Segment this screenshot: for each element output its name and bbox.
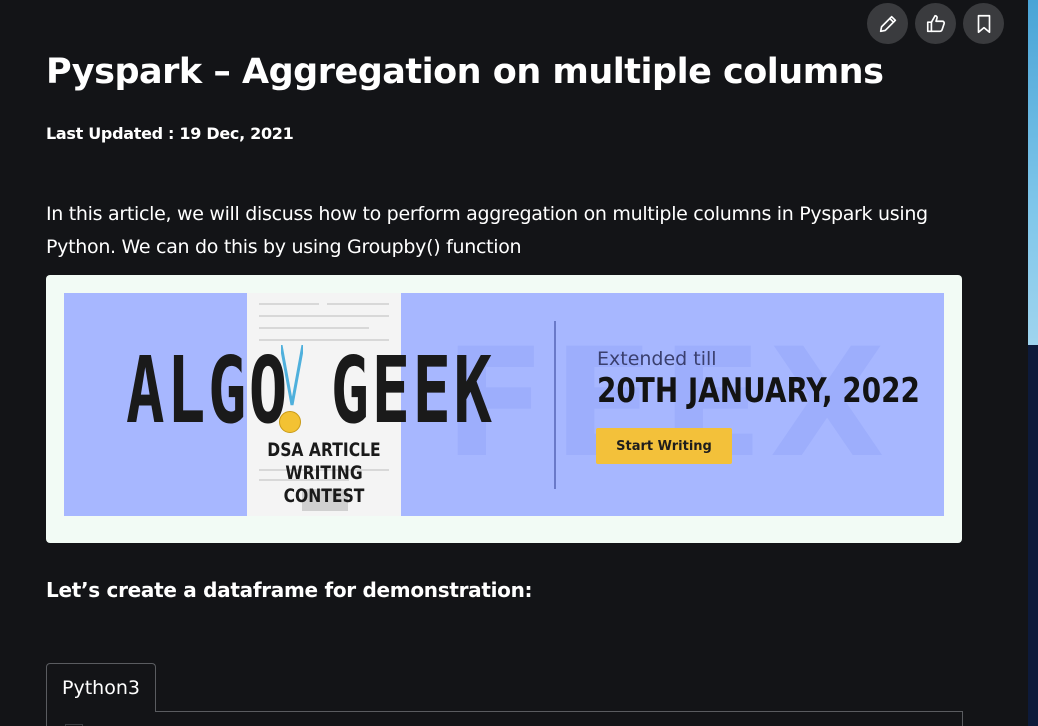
article-toolbar [867, 3, 1004, 44]
article-intro: In this article, we will discuss how to … [46, 203, 928, 258]
bookmark-icon [977, 14, 990, 33]
thumbs-up-icon [926, 14, 945, 32]
article-title: Pyspark – Aggregation on multiple column… [46, 52, 884, 92]
article-page: Pyspark – Aggregation on multiple column… [0, 0, 1038, 726]
banner-extended: Extended till [597, 348, 717, 370]
banner-headline: ALGO GEEK [126, 337, 495, 444]
medal-icon [279, 411, 301, 433]
like-button[interactable] [915, 3, 956, 44]
bookmark-button[interactable] [963, 3, 1004, 44]
banner-deadline: 20TH JANUARY, 2022 [597, 371, 920, 411]
start-writing-button[interactable]: Start Writing [596, 428, 732, 464]
banner-divider [554, 321, 556, 489]
section-subheading: Let’s create a dataframe for demonstrati… [46, 578, 533, 602]
code-block [46, 711, 963, 726]
contest-banner[interactable]: FEEX ALGO GEEK DSA ARTICLE WRITING CONTE… [64, 293, 944, 516]
edit-button[interactable] [867, 3, 908, 44]
ribbon-icon [281, 345, 303, 406]
pencil-icon [879, 15, 896, 32]
banner-contest: DSA ARTICLE WRITING CONTEST [267, 439, 381, 507]
last-updated: Last Updated : 19 Dec, 2021 [46, 124, 294, 143]
window-edge [1028, 0, 1038, 726]
tab-python3[interactable]: Python3 [46, 663, 156, 712]
